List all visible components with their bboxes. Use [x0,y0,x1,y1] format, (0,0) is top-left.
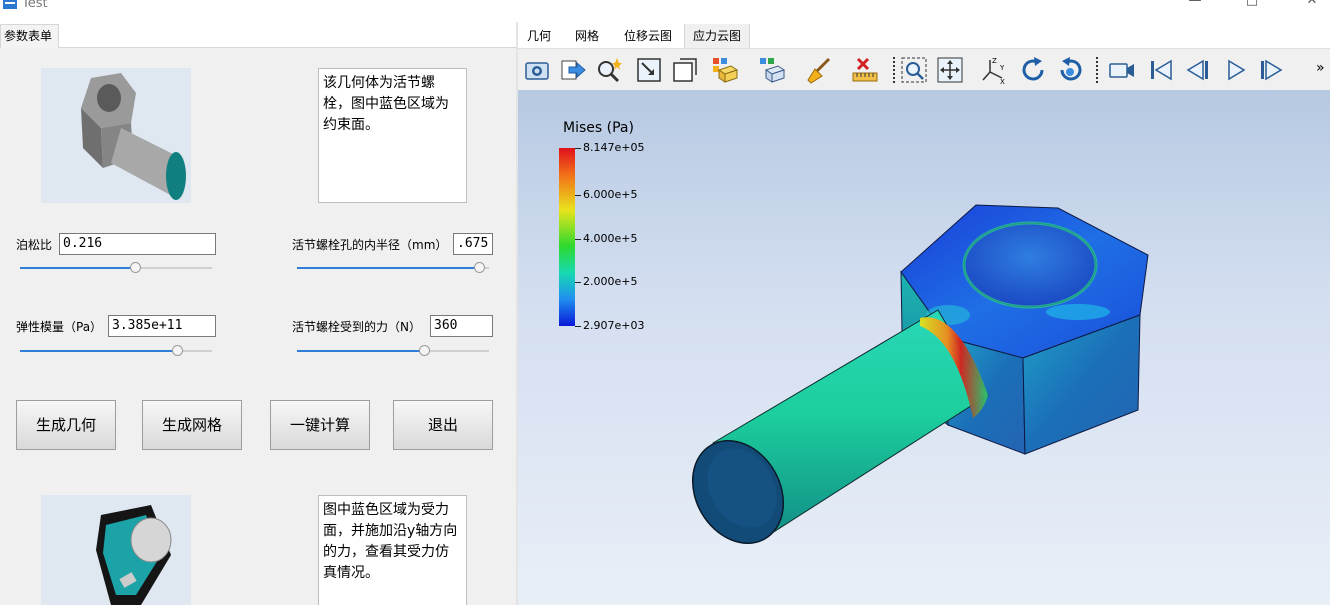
svg-text:Z: Z [992,57,997,65]
slider-thumb[interactable] [172,345,184,356]
generate-geometry-button[interactable]: 生成几何 [16,400,116,450]
maximize-button[interactable]: □ [1242,0,1262,9]
slider-thumb[interactable] [474,262,486,273]
zoom-sparkle-icon[interactable] [595,56,623,84]
axes-icon[interactable]: ZYX [980,56,1008,84]
inner-radius-slider[interactable] [297,262,489,274]
left-tab-strip: 参数表单 [0,24,516,48]
force-label: 活节螺栓受到的力（N） [292,320,421,334]
svg-text:X: X [1000,78,1005,84]
load-preview-image [41,495,191,605]
viewer-toolbar: ZYX » [518,48,1330,90]
tab-stress[interactable]: 应力云图 [684,24,750,48]
exit-button[interactable]: 退出 [393,400,493,450]
poisson-ratio-label: 泊松比 [16,238,53,252]
fit-view-icon[interactable] [635,56,663,84]
surface-style-icon[interactable] [711,56,739,84]
svg-text:Y: Y [999,64,1005,72]
geometry-preview-image [41,68,191,203]
one-click-compute-button[interactable]: 一键计算 [270,400,370,450]
tab-parameter-form[interactable]: 参数表单 [0,24,59,48]
next-frame-icon[interactable] [1258,56,1286,84]
load-description-note: 图中蓝色区域为受力面，并施加沿y轴方向的力，查看其受力仿真情况。 [318,495,467,605]
generate-mesh-button[interactable]: 生成网格 [142,400,242,450]
slider-thumb[interactable] [418,345,430,356]
app-icon [3,0,17,9]
edge-style-icon[interactable] [758,56,786,84]
tab-mesh[interactable]: 网格 [568,24,606,48]
title-bar: Test — □ ✕ [0,0,1330,22]
force-slider[interactable] [297,345,489,357]
ruler-delete-icon[interactable] [851,56,879,84]
broom-clear-icon[interactable] [805,56,833,84]
force-input[interactable]: 360 [430,315,493,337]
window-title: Test [22,0,48,11]
poisson-ratio-slider[interactable] [20,262,212,274]
camera-icon[interactable] [523,56,551,84]
rotate-ccw-icon[interactable] [1056,56,1084,84]
stress-contour-viewport[interactable]: Mises (Pa) 8.147e+05 6.000e+5 4.000e+5 2… [518,90,1330,605]
export-icon[interactable] [559,56,587,84]
elastic-modulus-input[interactable]: 3.385e+11 [108,315,216,337]
tab-geometry[interactable]: 几何 [520,24,558,48]
result-tab-bar: 几何 网格 位移云图 应力云图 [518,24,1330,48]
play-icon[interactable] [1222,56,1250,84]
minimize-button[interactable]: — [1185,0,1205,9]
inner-radius-label: 活节螺栓孔的内半径（mm） [292,238,448,252]
prev-frame-icon[interactable] [1183,56,1211,84]
elastic-modulus-label: 弹性模量（Pa） [16,320,103,334]
zoom-box-icon[interactable] [900,56,928,84]
inner-radius-input[interactable]: .675 [453,233,493,255]
geometry-description-note: 该几何体为活节螺栓，图中蓝色区域为约束面。 [318,68,467,203]
toolbar-separator [1096,57,1098,83]
toolbar-overflow-button[interactable]: » [1316,60,1325,76]
parameter-form-panel: 该几何体为活节螺栓，图中蓝色区域为约束面。 泊松比 0.216 活节螺栓孔的内半… [0,48,516,605]
close-button[interactable]: ✕ [1302,0,1322,9]
video-camera-icon[interactable] [1108,56,1136,84]
box-view-icon[interactable] [671,56,699,84]
tab-displacement[interactable]: 位移云图 [616,24,680,48]
pan-icon[interactable] [936,56,964,84]
first-frame-icon[interactable] [1147,56,1175,84]
poisson-ratio-input[interactable]: 0.216 [59,233,216,255]
toolbar-separator [893,57,895,83]
eyebolt-stress-model [691,204,1149,545]
slider-thumb[interactable] [130,262,142,273]
rotate-cw-icon[interactable] [1020,56,1048,84]
elastic-modulus-slider[interactable] [20,345,212,357]
